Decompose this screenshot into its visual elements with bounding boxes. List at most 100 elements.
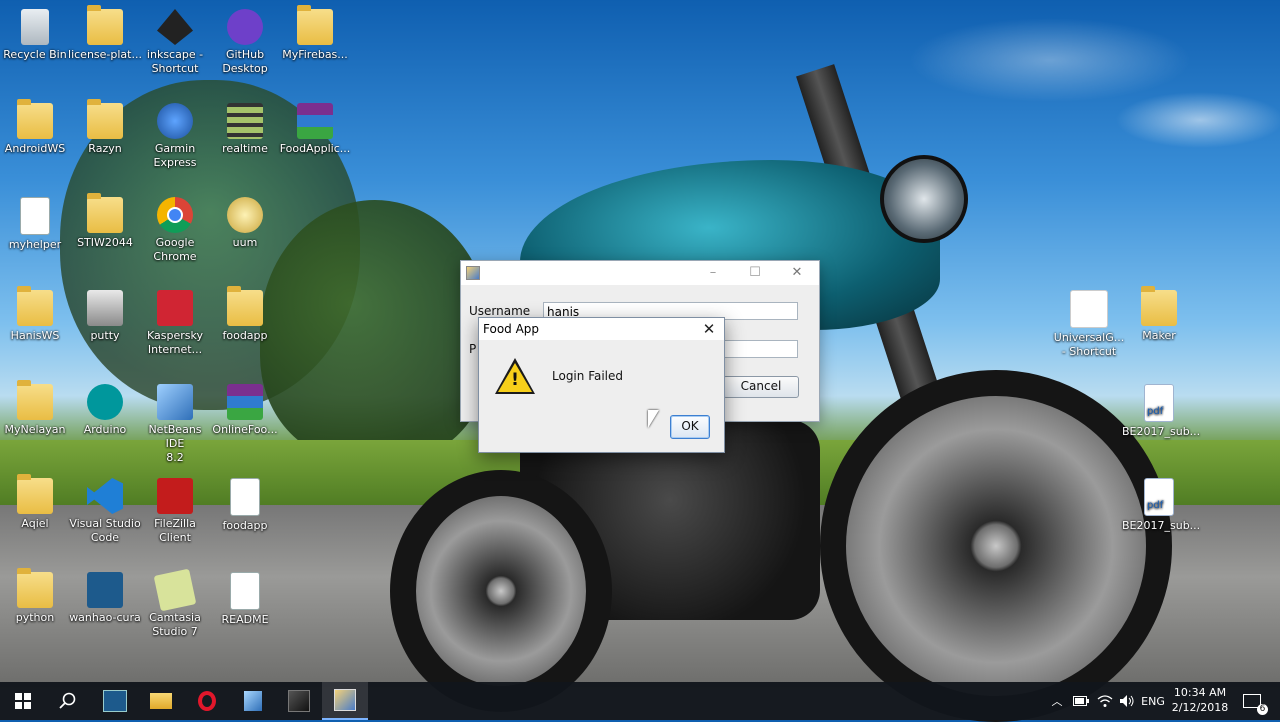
uum-logo-icon [227,197,263,233]
close-window-button[interactable]: ✕ [777,263,817,283]
desktop-icon-camtasia[interactable]: Camtasia Studio 7 [138,568,212,639]
taskbar-java-app-active[interactable] [322,682,368,720]
kaspersky-icon [157,290,193,326]
wifi-icon [1097,695,1113,707]
desktop-icon-androidws[interactable]: AndroidWS [0,99,72,156]
desktop-icon-netbeans[interactable]: NetBeans IDE 8.2 [138,384,212,465]
battery-icon [1073,696,1089,706]
folder-icon [17,474,53,514]
username-label: Username [469,304,531,318]
tray-language[interactable]: ENG [1138,682,1168,720]
desktop-icon-vscode[interactable]: Visual Studio Code [68,478,142,545]
desktop-icon-putty[interactable]: putty [68,290,142,343]
folder-icon [87,99,123,139]
text-file-icon [230,572,260,610]
desktop-icon-foodapp-folder[interactable]: foodapp [208,286,282,343]
video-icon [227,103,263,139]
desktop-icon-inkscape[interactable]: inkscape - Shortcut [138,9,212,76]
search-button[interactable] [45,682,91,720]
desktop-icon-foodapplic[interactable]: FoodApplic... [278,103,352,156]
desktop-icon-arduino[interactable]: Arduino [68,384,142,437]
document-icon [20,197,50,235]
search-icon [59,692,76,709]
vscode-icon [87,478,123,514]
document-icon [230,478,260,516]
desktop-icon-readme[interactable]: README [208,572,282,627]
java-icon [1070,290,1108,328]
notification-icon: 6 [1243,694,1268,715]
desktop-icon-onlinefoo[interactable]: OnlineFoo... [208,384,282,437]
github-icon [227,9,263,45]
dialog-close-button[interactable]: ✕ [698,319,720,339]
maximize-button[interactable]: ☐ [735,263,775,283]
taskbar-java-app[interactable] [276,682,322,720]
java-app-icon [466,266,480,280]
desktop-icon-python[interactable]: python [0,568,72,625]
java-app-icon [288,690,310,712]
desktop-icon-stiw2044[interactable]: STIW2044 [68,193,142,250]
windows-start-icon [15,693,31,709]
ok-button[interactable]: OK [670,415,710,439]
tray-wifi[interactable] [1094,682,1116,720]
taskbar-netbeans[interactable] [230,682,276,720]
desktop-icon-kaspersky[interactable]: Kaspersky Internet... [138,290,212,357]
file-explorer-icon [150,693,172,709]
desktop-icon-aqiel[interactable]: Aqiel [0,474,72,531]
show-hidden-icons-button[interactable]: ︿ [1046,682,1068,720]
notification-count: 6 [1257,704,1268,715]
desktop-icon-license-plat[interactable]: license-plat... [68,5,142,62]
opera-icon [198,691,216,711]
taskbar-opera[interactable] [184,682,230,720]
desktop-icon-myhelper[interactable]: myhelper [0,197,72,252]
desktop-icon-google-chrome[interactable]: Google Chrome [138,197,212,264]
desktop-icon-wanhao-cura[interactable]: wanhao-cura [68,572,142,625]
desktop-icon-realtime[interactable]: realtime [208,103,282,156]
minimize-button[interactable]: – [693,263,733,283]
java-app-active-icon [334,689,356,711]
desktop-icon-razyn[interactable]: Razyn [68,99,142,156]
taskbar-file-explorer[interactable] [138,682,184,720]
camtasia-icon [153,568,197,612]
cancel-button[interactable]: Cancel [723,376,799,398]
chevron-up-icon: ︿ [1051,695,1063,708]
desktop-icon-be2017-sub-1[interactable]: BE2017_sub... [1122,384,1200,439]
desktop-icon-be2017-sub-2[interactable]: BE2017_sub... [1122,478,1200,533]
message-dialog: Food App ✕ ! Login Failed OK [478,317,725,453]
filezilla-icon [157,478,193,514]
desktop-icon-garmin-express[interactable]: Garmin Express [138,103,212,170]
chrome-icon [157,197,193,233]
tray-volume[interactable] [1116,682,1138,720]
desktop-icon-mynelayan[interactable]: MyNelayan [0,380,72,437]
desktop-icon-uum[interactable]: uum [208,197,282,250]
wanhao-icon [103,690,127,712]
desktop-icon-hanisws[interactable]: HanisWS [0,286,72,343]
desktop-icon-recycle-bin[interactable]: Recycle Bin [0,9,72,62]
folder-icon [87,5,123,45]
netbeans-icon [157,384,193,420]
putty-icon [87,290,123,326]
netbeans-icon [244,691,262,711]
folder-icon [17,568,53,608]
start-button[interactable] [0,682,46,720]
folder-icon [227,286,263,326]
inkscape-icon [157,9,193,45]
garmin-icon [157,103,193,139]
folder-icon [1141,286,1177,326]
tray-battery[interactable] [1070,682,1092,720]
action-center-button[interactable]: 6 [1236,682,1268,720]
speaker-icon [1120,695,1134,707]
desktop-icon-universalg[interactable]: UniversalG... - Shortcut [1052,290,1126,359]
dialog-titlebar[interactable]: Food App ✕ [479,318,724,340]
taskbar: ︿ ENG 10:34 AM 2/12/2018 6 [0,682,1280,720]
folder-icon [87,193,123,233]
winrar-icon [227,384,263,420]
taskbar-wanhao[interactable] [92,682,138,720]
desktop-icon-github-desktop[interactable]: GitHub Desktop [208,9,282,76]
desktop-icon-filezilla[interactable]: FileZilla Client [138,478,212,545]
desktop-icon-maker[interactable]: Maker [1122,286,1196,343]
desktop-icon-myfirebase[interactable]: MyFirebas... [278,5,352,62]
login-window-titlebar[interactable]: – ☐ ✕ [461,261,819,285]
desktop-icon-foodapp-doc[interactable]: foodapp [208,478,282,533]
tray-clock[interactable]: 10:34 AM 2/12/2018 [1170,685,1230,715]
clock-date: 2/12/2018 [1171,701,1229,714]
